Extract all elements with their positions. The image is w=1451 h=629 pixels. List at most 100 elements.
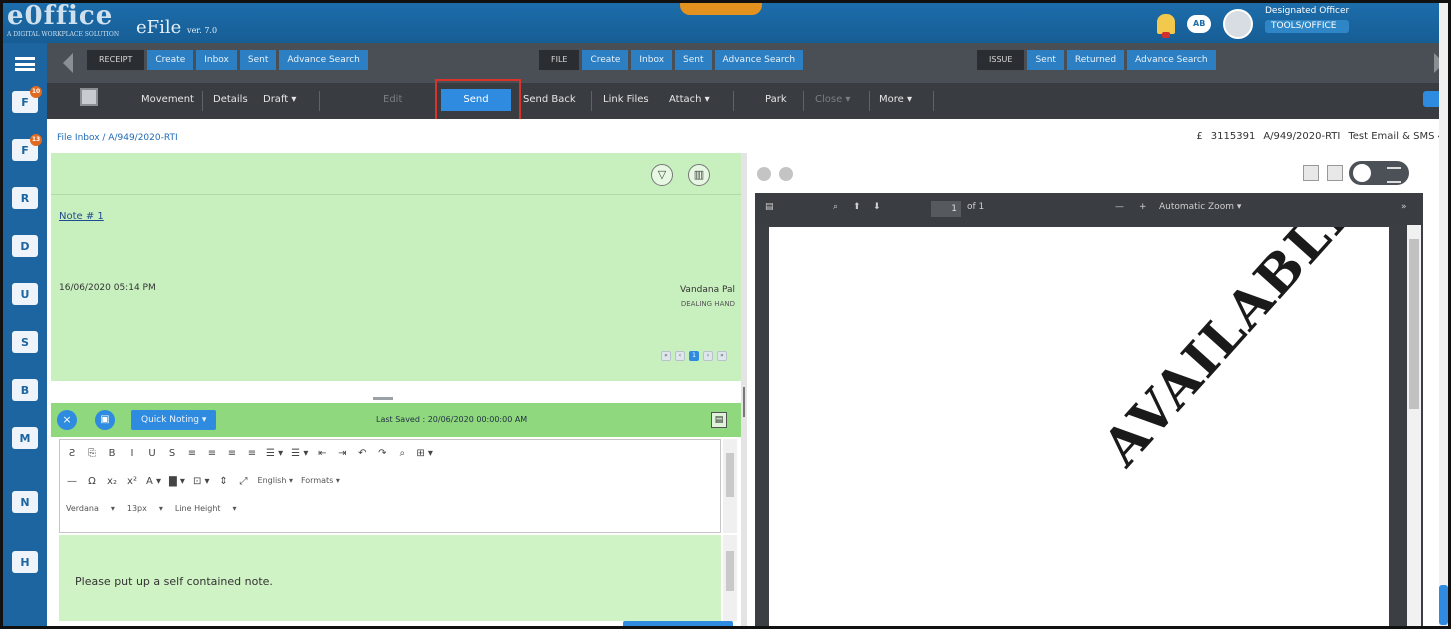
park-button[interactable]: Park: [759, 89, 793, 111]
italic-icon[interactable]: I: [126, 448, 138, 459]
font-family-chevron-icon[interactable]: ▾: [107, 504, 119, 513]
prev-page-button[interactable]: ‹: [675, 351, 685, 361]
close-dropdown[interactable]: Close ▾: [809, 89, 856, 111]
user-info[interactable]: Designated Officer TOOLS/OFFICE: [1265, 5, 1350, 33]
editor-toolbar-scrollbar[interactable]: [723, 439, 737, 533]
nav-issue-advance-search[interactable]: Advance Search: [1127, 50, 1216, 70]
sidebar-item-file-inbox[interactable]: F 10: [12, 86, 42, 113]
align-right-icon[interactable]: ≡: [226, 448, 238, 459]
page-1-button[interactable]: 1: [689, 351, 699, 361]
indent-icon[interactable]: ⇥: [336, 448, 348, 459]
first-page-button[interactable]: «: [661, 351, 671, 361]
send-back-button[interactable]: Send Back: [517, 89, 582, 111]
page-scrollbar[interactable]: [1439, 3, 1448, 626]
hamburger-menu-icon[interactable]: [15, 57, 35, 71]
more-dropdown[interactable]: More ▾: [873, 89, 918, 111]
highlight-color-icon[interactable]: ▇ ▾: [169, 476, 185, 487]
link-files-button[interactable]: Link Files: [597, 89, 655, 111]
undo-icon[interactable]: ↶: [356, 448, 368, 459]
avatar[interactable]: [1223, 9, 1254, 39]
numbered-list-icon[interactable]: ☰ ▾: [291, 448, 308, 459]
sidebar-item-dashboard[interactable]: D: [12, 235, 38, 257]
draft-dropdown[interactable]: Draft ▾: [257, 89, 302, 111]
subscript-icon[interactable]: x₂: [106, 476, 118, 487]
sidebar-item-bookmarks[interactable]: B: [12, 379, 38, 401]
paste-icon[interactable]: ⎘: [86, 448, 98, 459]
sidebar-item-help[interactable]: H: [12, 551, 38, 573]
save-document-icon[interactable]: [1303, 165, 1319, 181]
filter-icon[interactable]: ▽: [651, 164, 673, 186]
font-family-select[interactable]: Verdana: [66, 504, 99, 513]
note-submit-button[interactable]: [623, 621, 733, 626]
border-icon[interactable]: ⊡ ▾: [193, 476, 210, 487]
attach-dropdown[interactable]: Attach ▾: [663, 89, 716, 111]
sidebar-item-notes[interactable]: N: [12, 491, 38, 513]
sidebar-item-mail[interactable]: M: [12, 427, 38, 449]
font-size-chevron-icon[interactable]: ▾: [155, 504, 167, 513]
zoom-select[interactable]: Automatic Zoom ▾: [1159, 202, 1241, 212]
line-height-chevron-icon[interactable]: ▾: [229, 504, 241, 513]
nav-file-create[interactable]: Create: [582, 50, 629, 70]
sidebar-toggle-icon[interactable]: ▤: [765, 202, 774, 212]
nav-receipt-create[interactable]: Create: [147, 50, 194, 70]
zoom-out-icon[interactable]: —: [1115, 202, 1124, 212]
page-number-input[interactable]: 1: [931, 201, 961, 217]
header-notice-pill[interactable]: [680, 3, 762, 15]
sidebar-item-search[interactable]: S: [12, 331, 38, 353]
note-title[interactable]: Note # 1: [59, 211, 104, 222]
sidebar-item-upload[interactable]: U: [12, 283, 38, 305]
underline-icon[interactable]: U: [146, 448, 158, 459]
nav-file-sent[interactable]: Sent: [675, 50, 712, 70]
align-center-icon[interactable]: ≡: [206, 448, 218, 459]
nav-file-advance-search[interactable]: Advance Search: [714, 50, 804, 70]
previous-page-icon[interactable]: ⬆: [853, 202, 861, 212]
align-justify-icon[interactable]: ≡: [246, 448, 258, 459]
table-icon[interactable]: ⊞ ▾: [416, 448, 433, 459]
nav-file-inbox[interactable]: Inbox: [631, 50, 673, 70]
find-icon[interactable]: ⌕: [396, 448, 408, 459]
close-note-icon[interactable]: ×: [57, 410, 77, 430]
movement-button[interactable]: Movement: [135, 89, 200, 111]
redo-icon[interactable]: ↷: [376, 448, 388, 459]
sidebar-item-receipt[interactable]: R: [12, 187, 38, 209]
page-scrollbar-thumb[interactable]: [1439, 585, 1448, 625]
quick-noting-dropdown[interactable]: Quick Noting ▾: [131, 410, 217, 430]
next-page-icon[interactable]: ⬇: [873, 202, 881, 212]
file-cover-icon[interactable]: [80, 88, 98, 106]
next-document-icon[interactable]: [779, 167, 793, 181]
expand-editor-icon[interactable]: ▤: [711, 412, 727, 428]
align-left-icon[interactable]: ≡: [186, 448, 198, 459]
language-badge[interactable]: AB: [1187, 15, 1212, 33]
nav-left-arrow-icon[interactable]: [63, 53, 73, 73]
edit-button[interactable]: Edit: [377, 89, 408, 111]
fullscreen-icon[interactable]: ⤢: [238, 476, 250, 487]
font-size-select[interactable]: 13px: [127, 504, 147, 513]
pdf-scrollbar[interactable]: [1407, 225, 1421, 626]
language-select[interactable]: English ▾: [258, 476, 293, 487]
outdent-icon[interactable]: ⇤: [316, 448, 328, 459]
note-editor-body[interactable]: Please put up a self contained note.: [59, 535, 721, 621]
nav-receipt-sent[interactable]: Sent: [239, 50, 277, 70]
eoffice-logo[interactable]: e0ffice A DIGITAL WORKPLACE SOLUTION: [7, 3, 119, 38]
superscript-icon[interactable]: x²: [126, 476, 138, 487]
last-page-button[interactable]: »: [717, 351, 727, 361]
note-body-scrollbar[interactable]: [723, 535, 737, 621]
zoom-in-icon[interactable]: +: [1139, 202, 1147, 212]
text-color-icon[interactable]: A ▾: [146, 476, 161, 487]
sidebar-item-file[interactable]: F 13: [12, 134, 42, 161]
resize-handle[interactable]: [373, 397, 393, 400]
bullet-list-icon[interactable]: ☰ ▾: [266, 448, 283, 459]
details-button[interactable]: Details: [207, 89, 254, 111]
prev-document-icon[interactable]: [757, 167, 771, 181]
note-text[interactable]: Please put up a self contained note.: [75, 575, 273, 588]
special-char-icon[interactable]: Ω: [86, 476, 98, 487]
save-note-icon[interactable]: ▣: [95, 410, 115, 430]
calendar-icon[interactable]: [1327, 165, 1343, 181]
line-height-select[interactable]: Line Height: [175, 504, 221, 513]
strikethrough-icon[interactable]: S: [166, 448, 178, 459]
nav-receipt-inbox[interactable]: Inbox: [196, 50, 237, 70]
next-page-button[interactable]: ›: [703, 351, 713, 361]
line-spacing-icon[interactable]: ⇕: [218, 476, 230, 487]
breadcrumb[interactable]: File Inbox / A/949/2020-RTI: [57, 133, 178, 143]
notification-bell-icon[interactable]: [1157, 14, 1175, 38]
